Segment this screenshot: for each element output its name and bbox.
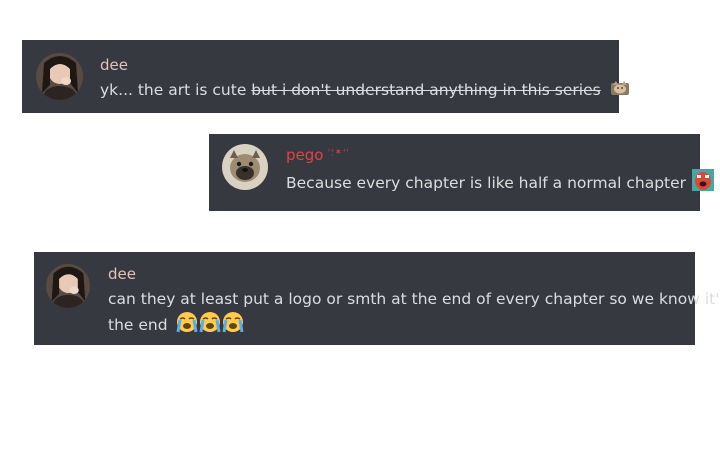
cat-emoji-icon (610, 79, 630, 103)
message-text-line-2: the end (108, 310, 247, 341)
loudly-crying-face-emoji-icon (175, 310, 247, 341)
message-text-line-2-content: the end (108, 316, 168, 334)
avatar-dee[interactable] (36, 53, 83, 100)
message-text-content: Because every chapter is like half a nor… (286, 174, 687, 192)
author-name[interactable]: pego (286, 146, 323, 164)
message-text: yk... the art is cute but i don't unders… (100, 78, 630, 103)
avatar-dee[interactable] (46, 264, 90, 308)
message-text: Because every chapter is like half a nor… (286, 168, 715, 199)
message-2: pego ⁱ⁺̦∗⁺ⁱ Because every chapter is lik… (209, 134, 714, 211)
message-text-line-1: can they at least put a logo or smth at … (108, 290, 720, 308)
crying-face-emoji-icon (691, 168, 715, 199)
author-name-row: pego ⁱ⁺̦∗⁺ⁱ (286, 146, 349, 164)
author-name[interactable]: dee (100, 56, 128, 74)
avatar-pego[interactable] (222, 144, 268, 190)
author-name[interactable]: dee (108, 265, 136, 283)
message-1: dee yk... the art is cute but i don't un… (22, 40, 629, 113)
message-text-plain: yk... the art is cute (100, 81, 252, 99)
message-3: dee can they at least put a logo or smth… (34, 252, 720, 345)
author-decoration: ⁱ⁺̦∗⁺ⁱ (328, 147, 349, 156)
message-text-strikethrough: but i don't understand anything in this … (251, 81, 601, 99)
